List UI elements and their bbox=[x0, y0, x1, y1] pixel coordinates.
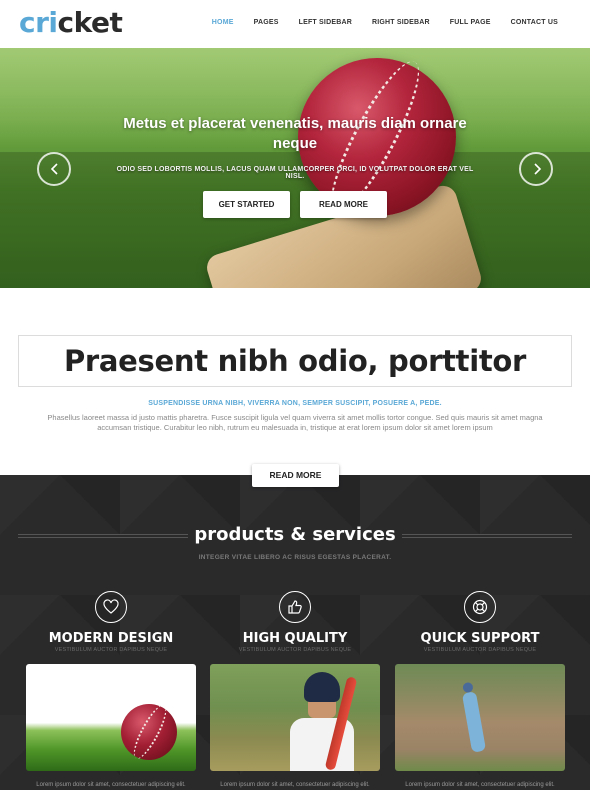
nav-contact-us[interactable]: CONTACT US bbox=[511, 19, 558, 26]
nav-home[interactable]: HOME bbox=[212, 19, 234, 26]
feature-title: HIGH QUALITY bbox=[242, 631, 348, 646]
slider-next-button[interactable] bbox=[519, 152, 553, 186]
products-subtitle: INTEGER VITAE LIBERO AC RISUS EGESTAS PL… bbox=[198, 554, 392, 561]
site-logo[interactable]: cricket bbox=[19, 6, 123, 39]
intro-read-more-button[interactable]: READ MORE bbox=[252, 464, 339, 487]
feature-title: QUICK SUPPORT bbox=[420, 631, 540, 646]
feature-icon-ring bbox=[95, 591, 127, 623]
heart-icon bbox=[103, 599, 119, 614]
feature-title: MODERN DESIGN bbox=[48, 631, 174, 646]
products-title: products & services bbox=[194, 524, 396, 545]
feature-quick-support: QUICK SUPPORT VESTIBULUM AUCTOR DAPIBUS … bbox=[395, 591, 565, 653]
feature-icon-ring bbox=[464, 591, 496, 623]
nav-left-sidebar[interactable]: LEFT SIDEBAR bbox=[299, 19, 352, 26]
product-image-match[interactable] bbox=[395, 664, 565, 771]
player-image bbox=[461, 691, 487, 753]
feature-high-quality: HIGH QUALITY VESTIBULUM AUCTOR DAPIBUS N… bbox=[210, 591, 380, 653]
feature-subtitle: VESTIBULUM AUCTOR DAPIBUS NEQUE bbox=[238, 647, 352, 653]
logo-part-dark: cket bbox=[57, 6, 123, 39]
feature-subtitle: VESTIBULUM AUCTOR DAPIBUS NEQUE bbox=[54, 647, 168, 653]
cricket-ball-image bbox=[121, 704, 177, 760]
chevron-left-icon bbox=[50, 163, 58, 175]
product-image-ball[interactable] bbox=[26, 664, 196, 771]
batsman-image bbox=[290, 672, 358, 771]
slider-prev-button[interactable] bbox=[37, 152, 71, 186]
chevron-right-icon bbox=[534, 163, 542, 175]
product-caption: Lorem ipsum dolor sit amet, consectetuer… bbox=[220, 782, 370, 788]
thumbs-up-icon bbox=[288, 600, 302, 614]
nav-right-sidebar[interactable]: RIGHT SIDEBAR bbox=[372, 19, 430, 26]
hero-title: Metus et placerat venenatis, mauris diam… bbox=[123, 115, 467, 152]
site-header: cricket HOME PAGES LEFT SIDEBAR RIGHT SI… bbox=[0, 0, 590, 48]
get-started-button[interactable]: GET STARTED bbox=[203, 191, 290, 218]
product-image-batsman[interactable] bbox=[210, 664, 380, 771]
intro-subtitle: SUSPENDISSE URNA NIBH, VIVERRA NON, SEMP… bbox=[148, 400, 442, 407]
intro-title: Praesent nibh odio, porttitor bbox=[63, 344, 527, 378]
intro-paragraph: Phasellus laoreet massa id justo mattis … bbox=[47, 413, 543, 432]
logo-part-accent: cri bbox=[19, 6, 58, 39]
product-caption: Lorem ipsum dolor sit amet, consectetuer… bbox=[405, 782, 555, 788]
product-caption: Lorem ipsum dolor sit amet, consectetuer… bbox=[36, 782, 186, 788]
nav-pages[interactable]: PAGES bbox=[254, 19, 279, 26]
feature-modern-design: MODERN DESIGN VESTIBULUM AUCTOR DAPIBUS … bbox=[26, 591, 196, 653]
intro-title-box: Praesent nibh odio, porttitor bbox=[18, 335, 572, 387]
feature-subtitle: VESTIBULUM AUCTOR DAPIBUS NEQUE bbox=[423, 647, 537, 653]
hero-slider: Metus et placerat venenatis, mauris diam… bbox=[0, 48, 590, 288]
feature-icon-ring bbox=[279, 591, 311, 623]
hero-read-more-button[interactable]: READ MORE bbox=[300, 191, 387, 218]
lifebuoy-icon bbox=[472, 599, 488, 615]
hero-subtitle: ODIO SED LOBORTIS MOLLIS, LACUS QUAM ULL… bbox=[116, 166, 474, 180]
main-nav: HOME PAGES LEFT SIDEBAR RIGHT SIDEBAR FU… bbox=[212, 19, 558, 26]
nav-full-page[interactable]: FULL PAGE bbox=[450, 19, 491, 26]
